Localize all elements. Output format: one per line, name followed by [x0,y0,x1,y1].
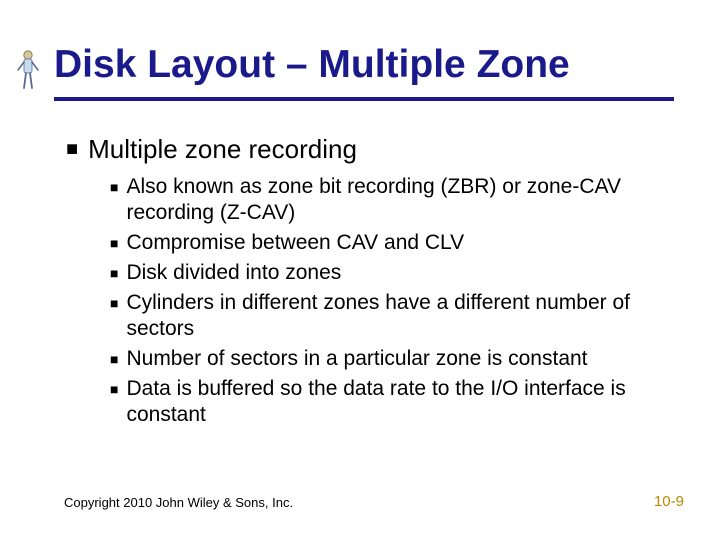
square-bullet-icon: ■ [66,134,78,164]
bullet-level1-text: Multiple zone recording [88,134,357,164]
copyright-text: Copyright 2010 John Wiley & Sons, Inc. [64,495,293,510]
slide: Disk Layout – Multiple Zone ■ Multiple z… [0,0,720,540]
bullet-level2: ■ Cylinders in different zones have a di… [110,290,666,342]
bullet-level2: ■ Also known as zone bit recording (ZBR)… [110,174,666,226]
title-block: Disk Layout – Multiple Zone [54,44,690,101]
bullet-level2: ■ Disk divided into zones [110,260,666,286]
square-bullet-icon: ■ [110,174,118,200]
sub-bullet-list: ■ Also known as zone bit recording (ZBR)… [110,174,666,428]
page-number: 10-9 [654,493,684,510]
bullet-level2-text: Cylinders in different zones have a diff… [126,290,666,342]
square-bullet-icon: ■ [110,230,118,256]
decorative-figure-icon [14,48,42,92]
bullet-level2-text: Disk divided into zones [126,260,341,286]
square-bullet-icon: ■ [110,290,118,316]
square-bullet-icon: ■ [110,260,118,286]
square-bullet-icon: ■ [110,376,118,402]
bullet-level2-text: Data is buffered so the data rate to the… [126,376,666,428]
square-bullet-icon: ■ [110,346,118,372]
bullet-level2-text: Also known as zone bit recording (ZBR) o… [126,174,666,226]
bullet-level2-text: Number of sectors in a particular zone i… [126,346,587,372]
bullet-level2: ■ Data is buffered so the data rate to t… [110,376,666,428]
bullet-level2: ■ Number of sectors in a particular zone… [110,346,666,372]
title-underline [54,97,674,101]
bullet-level2: ■ Compromise between CAV and CLV [110,230,666,256]
bullet-level2-text: Compromise between CAV and CLV [126,230,464,256]
bullet-level1: ■ Multiple zone recording [66,134,666,164]
slide-title: Disk Layout – Multiple Zone [54,44,690,87]
content-area: ■ Multiple zone recording ■ Also known a… [66,134,666,432]
